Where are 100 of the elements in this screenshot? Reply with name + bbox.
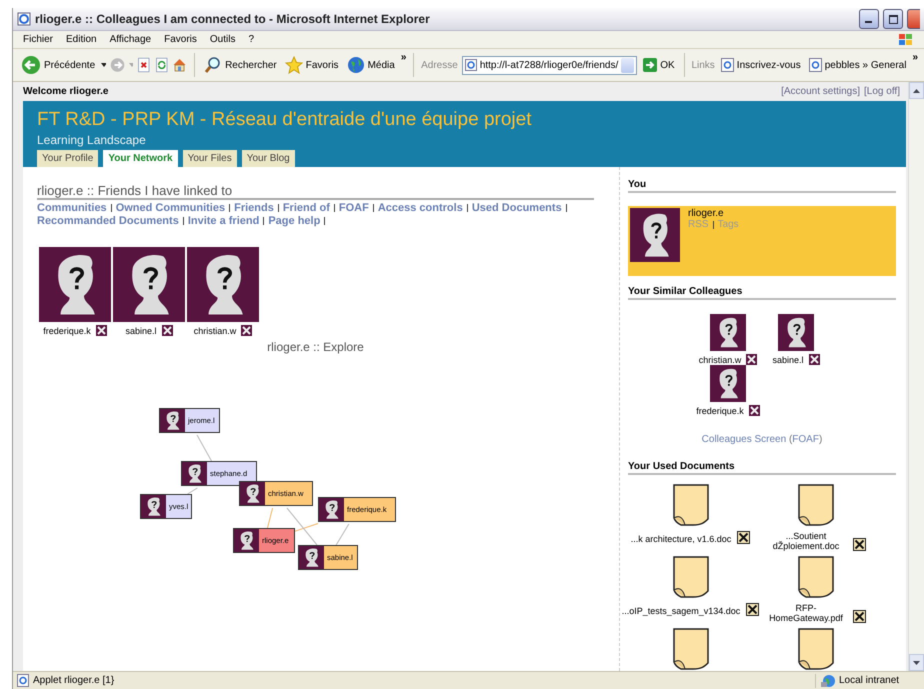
menu-item[interactable]: Fichier	[23, 34, 54, 45]
parenthesis: (	[788, 434, 792, 445]
remove-icon[interactable]	[746, 354, 758, 365]
menu-item[interactable]: Affichage	[110, 34, 152, 45]
document-icon[interactable]	[796, 555, 836, 599]
more-chevron[interactable]: »	[400, 52, 406, 63]
friend-name[interactable]: christian.w	[194, 326, 236, 336]
menu-item[interactable]: Favoris	[164, 34, 197, 45]
menu-item[interactable]: Outils	[210, 34, 236, 45]
page-icon	[464, 59, 477, 71]
connector-line	[266, 508, 274, 528]
document-icon[interactable]	[796, 483, 836, 527]
more-chevron[interactable]: »	[912, 52, 918, 63]
address-field[interactable]: http://l-at7288/rlioger0e/friends/	[462, 56, 638, 74]
avatar-silhouette-icon	[630, 208, 680, 262]
status-text: Applet rlioger.e [1}	[33, 675, 116, 686]
account-link[interactable]: [Log off]	[864, 86, 900, 97]
favorites-button[interactable]: Favoris	[282, 54, 341, 76]
globe-icon	[346, 56, 365, 74]
document-name[interactable]: ...Soutient dŽploiement.doc	[765, 531, 847, 551]
avatar-icon	[319, 498, 344, 521]
remove-checkbox-icon[interactable]	[746, 603, 760, 616]
avatar-icon	[182, 462, 207, 485]
avatar-silhouette-icon	[710, 314, 746, 351]
nav-link[interactable]: Used Documents	[472, 202, 562, 214]
remove-icon[interactable]	[162, 325, 173, 336]
avatar-silhouette-icon	[187, 247, 259, 322]
document-name[interactable]: RFP-HomeGateway.pdf	[765, 603, 847, 623]
nav-link[interactable]: Friends	[234, 202, 274, 214]
avatar-icon	[160, 409, 185, 432]
refresh-icon[interactable]	[154, 55, 168, 75]
browser-icon	[17, 12, 31, 26]
remove-icon[interactable]	[241, 325, 252, 336]
remove-checkbox-icon[interactable]	[853, 538, 866, 551]
tab[interactable]: Your Blog	[242, 150, 295, 167]
page-icon	[17, 674, 29, 687]
window-title: rlioger.e :: Colleagues I am connected to - Microsoft Internet Explorer	[35, 12, 431, 26]
site-subtitle: Learning Landscape	[37, 133, 147, 147]
media-button[interactable]: Média	[344, 54, 397, 76]
document-icon[interactable]	[796, 627, 836, 671]
welcome-text: Welcome rlioger.e	[23, 86, 110, 97]
colleague-name[interactable]: frederique.k	[696, 406, 744, 416]
tab[interactable]: Your Profile	[37, 150, 98, 167]
nav-link[interactable]: Access controls	[378, 202, 463, 214]
document-name[interactable]: ...oIP_tests_sagem_v134.doc	[622, 606, 740, 616]
maximize-button[interactable]	[883, 9, 903, 29]
parenthesis: )	[818, 434, 822, 445]
stop-icon[interactable]	[137, 55, 151, 75]
search-button[interactable]: Rechercher	[202, 54, 279, 76]
document-name[interactable]: ...k architecture, v1.6.doc	[630, 534, 732, 544]
document-icon[interactable]	[670, 483, 710, 527]
menu-item[interactable]: Edition	[66, 34, 97, 45]
nav-link[interactable]: Owned Communities	[116, 202, 226, 214]
remove-icon[interactable]	[808, 354, 820, 365]
colleague-name[interactable]: sabine.l	[772, 354, 804, 364]
back-button[interactable]: Précédente	[19, 53, 98, 77]
scroll-down-icon[interactable]	[913, 660, 920, 664]
user-name: rlioger.e	[688, 208, 725, 219]
scrollbar[interactable]	[908, 82, 924, 671]
go-button[interactable]: OK	[641, 56, 677, 74]
scroll-up-icon[interactable]	[913, 88, 920, 92]
avatar-silhouette-icon	[39, 247, 111, 322]
avatar-silhouette-icon	[710, 365, 746, 402]
network-globe-icon	[820, 674, 836, 688]
foaf-link[interactable]: FOAF	[792, 434, 819, 445]
go-arrow-icon	[643, 58, 658, 72]
section-heading: Your Used Documents	[628, 461, 896, 475]
colleagues-screen-link[interactable]: Colleagues Screen	[702, 434, 786, 445]
remove-icon[interactable]	[748, 405, 760, 416]
nav-link[interactable]: FOAF	[338, 202, 369, 214]
avatar-silhouette-icon	[113, 247, 185, 322]
connector-line	[196, 434, 212, 462]
section-heading: You	[628, 179, 896, 193]
friend-name[interactable]: sabine.l	[125, 326, 157, 336]
menu-item[interactable]: ?	[248, 34, 254, 45]
dropdown-arrow-icon[interactable]	[101, 63, 106, 67]
section-heading: Your Similar Colleagues	[628, 286, 896, 300]
link-button[interactable]: pebbles » General	[806, 56, 908, 74]
minimize-button[interactable]	[859, 9, 879, 29]
section-heading: rlioger.e :: Friends I have linked to	[37, 183, 594, 200]
account-link[interactable]: [Account settings]	[781, 86, 860, 97]
document-icon[interactable]	[670, 555, 710, 599]
nav-link[interactable]: Communities	[37, 202, 107, 214]
remove-checkbox-icon[interactable]	[737, 531, 750, 544]
tab[interactable]: Your Network	[103, 150, 178, 167]
document-icon[interactable]	[670, 627, 710, 671]
link-button[interactable]: Inscrivez-vous	[718, 56, 803, 74]
nav-link[interactable]: Recommanded Documents	[37, 215, 179, 227]
remove-icon[interactable]	[96, 325, 107, 336]
site-title: FT R&D - PRP KM - Réseau d'entraide d'une équipe projet	[37, 109, 532, 131]
colleague-name[interactable]: christian.w	[698, 354, 742, 364]
flag-logo-icon	[898, 32, 914, 46]
nav-link[interactable]: Invite a friend	[188, 215, 260, 227]
nav-link[interactable]: Friend of	[282, 202, 330, 214]
friend-name[interactable]: frederique.k	[43, 326, 91, 336]
avatar-icon	[141, 495, 166, 518]
tab[interactable]: Your Files	[182, 150, 237, 167]
remove-checkbox-icon[interactable]	[853, 610, 866, 623]
nav-link[interactable]: Page help	[268, 215, 320, 227]
links-label: Links	[691, 60, 715, 70]
